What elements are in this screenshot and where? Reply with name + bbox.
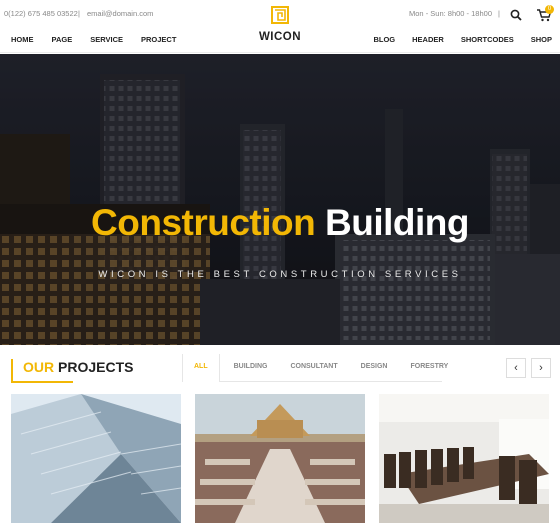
project-gallery	[0, 394, 560, 523]
section-title-accent: OUR	[23, 359, 55, 375]
filter-tab-building[interactable]: BUILDING	[234, 354, 268, 382]
filter-tab-all[interactable]: ALL	[182, 354, 220, 382]
nav-item-service[interactable]: SERVICE	[90, 35, 123, 44]
site-header: 0(122) 675 485 03522 | email@domain.com …	[0, 0, 560, 53]
hero-title-accent: Construction	[91, 202, 316, 243]
nav-item-shortcodes[interactable]: SHORTCODES	[461, 35, 514, 44]
hero-title-rest: Building	[325, 202, 469, 243]
filter-tab-design[interactable]: DESIGN	[361, 354, 388, 382]
title-underline	[11, 381, 73, 383]
glass-building-photo	[11, 394, 181, 523]
separator: |	[78, 9, 80, 18]
filter-tab-forestry[interactable]: FORESTRY	[410, 354, 448, 382]
project-card-image[interactable]	[11, 394, 181, 523]
temple-photo	[195, 394, 365, 523]
section-title-rest: PROJECTS	[58, 359, 134, 375]
main-nav-right: BLOG HEADER SHORTCODES SHOP	[356, 35, 552, 44]
section-title: OUR PROJECTS	[23, 359, 133, 375]
projects-header: OUR PROJECTS ALL BUILDING CONSULTANT DES…	[0, 345, 560, 393]
filter-tab-consultant[interactable]: CONSULTANT	[290, 354, 337, 382]
project-card-image[interactable]	[195, 394, 365, 523]
hero-title: Construction Building	[0, 202, 560, 244]
search-icon[interactable]	[510, 9, 522, 21]
hero-subtitle: WICON IS THE BEST CONSTRUCTION SERVICES	[98, 269, 462, 280]
title-accent-bar	[11, 359, 13, 383]
nav-item-blog[interactable]: BLOG	[373, 35, 395, 44]
project-card-image[interactable]	[379, 394, 549, 523]
contact-email[interactable]: email@domain.com	[87, 9, 153, 18]
nav-item-project[interactable]: PROJECT	[141, 35, 176, 44]
nav-item-page[interactable]: PAGE	[52, 35, 73, 44]
contact-phone[interactable]: 0(122) 675 485 03522	[4, 9, 78, 18]
main-nav-left: HOME PAGE SERVICE PROJECT	[11, 35, 194, 44]
meeting-room-photo	[379, 394, 549, 523]
hero-banner: Construction Building WICON IS THE BEST …	[0, 54, 560, 345]
cart-count-badge: 0	[545, 5, 554, 14]
logo-icon[interactable]	[271, 6, 289, 24]
project-filter-tabs: ALL BUILDING CONSULTANT DESIGN FORESTRY	[182, 354, 448, 382]
opening-hours: Mon - Sun: 8h00 - 18h00	[409, 9, 492, 18]
nav-item-home[interactable]: HOME	[11, 35, 34, 44]
carousel-prev-button[interactable]: ‹	[506, 358, 526, 378]
nav-item-header[interactable]: HEADER	[412, 35, 444, 44]
carousel-next-button[interactable]: ›	[531, 358, 551, 378]
nav-item-shop[interactable]: SHOP	[531, 35, 552, 44]
hero-cityscape-image	[0, 54, 560, 345]
separator: |	[498, 9, 500, 18]
